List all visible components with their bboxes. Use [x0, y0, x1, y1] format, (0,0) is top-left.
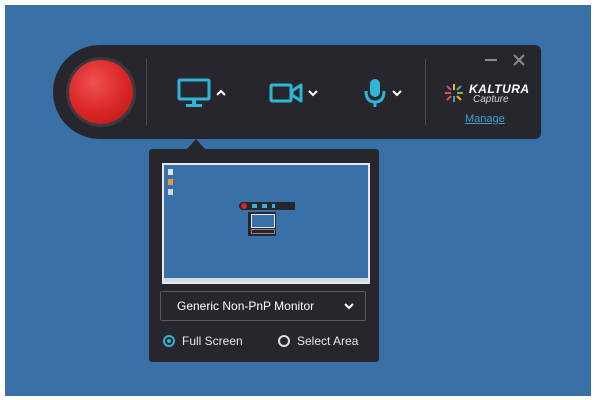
minimize-icon[interactable] [483, 52, 499, 68]
select-area-label: Select Area [297, 334, 359, 348]
mini-panel [248, 212, 276, 236]
radio-unselected-icon [278, 335, 290, 347]
kaltura-logo: KALTURA Capture [443, 82, 529, 105]
chevron-down-icon[interactable] [307, 89, 319, 97]
panel-pointer [187, 139, 205, 149]
radio-selected-icon [163, 335, 175, 347]
desktop-icon [168, 189, 173, 195]
microphone-source-button[interactable] [363, 73, 403, 113]
capture-toolbar: KALTURA Capture Manage [53, 45, 541, 139]
monitor-select-value: Generic Non-PnP Monitor [177, 299, 315, 313]
monitor-select[interactable]: Generic Non-PnP Monitor [160, 291, 366, 321]
monitor-icon [177, 78, 211, 107]
toolbar-divider [425, 59, 426, 125]
screen-source-panel: Generic Non-PnP Monitor Full Screen Sele… [149, 149, 379, 362]
microphone-icon [364, 79, 386, 107]
camera-source-button[interactable] [269, 73, 319, 113]
desktop-icon [168, 179, 173, 185]
full-screen-radio[interactable]: Full Screen [163, 334, 243, 348]
screen-preview [162, 163, 370, 284]
screen-source-button[interactable] [177, 73, 227, 113]
chevron-down-icon[interactable] [391, 89, 403, 97]
camera-icon [269, 83, 303, 103]
select-area-radio[interactable]: Select Area [278, 334, 358, 348]
full-screen-label: Full Screen [182, 334, 243, 348]
record-button[interactable] [69, 60, 133, 124]
brand-subtitle: Capture [473, 94, 509, 105]
mini-taskbar [164, 278, 368, 282]
chevron-down-icon [344, 303, 354, 310]
desktop-icon [168, 169, 173, 175]
chevron-up-icon[interactable] [215, 89, 227, 97]
mini-toolbar [239, 202, 295, 210]
kaltura-star-icon [445, 84, 463, 102]
close-icon[interactable] [511, 52, 527, 68]
manage-link[interactable]: Manage [465, 113, 505, 125]
toolbar-divider [146, 59, 147, 125]
